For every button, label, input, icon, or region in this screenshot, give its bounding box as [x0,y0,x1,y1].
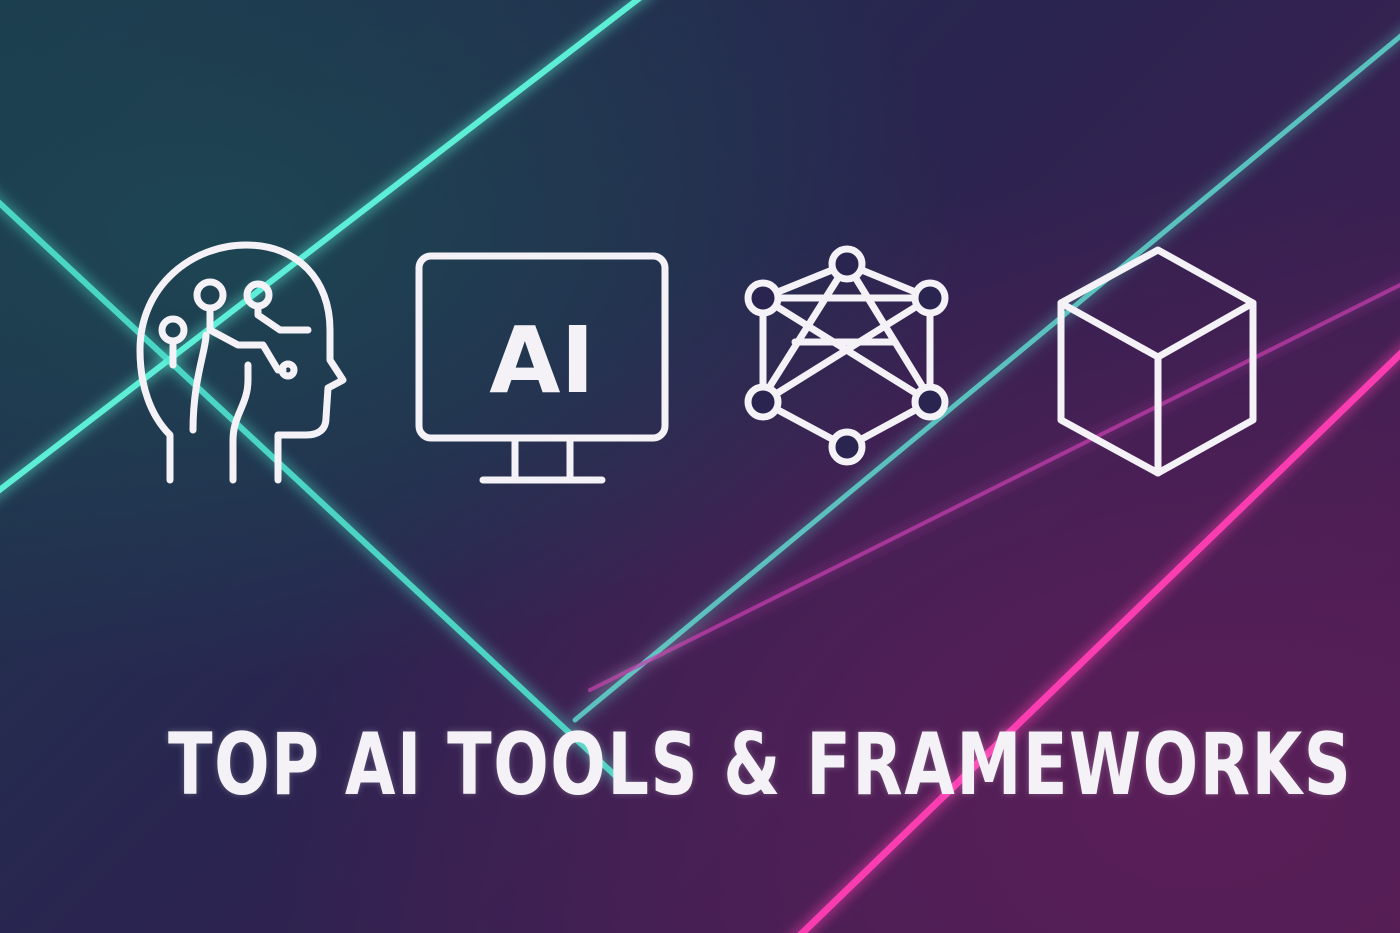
hero-banner: AI TOP AI TOOLS & FRAMEWORKS [0,0,1400,933]
ai-head-icon [136,240,353,490]
cube-icon [1053,245,1263,480]
neural-network-icon [740,242,955,474]
magenta-beam-mid [588,282,1400,692]
monitor-label: AI [489,307,594,414]
cyan-beam-right [572,33,1400,723]
ai-monitor-icon: AI [415,252,670,487]
headline: TOP AI TOOLS & FRAMEWORKS [168,715,1353,815]
